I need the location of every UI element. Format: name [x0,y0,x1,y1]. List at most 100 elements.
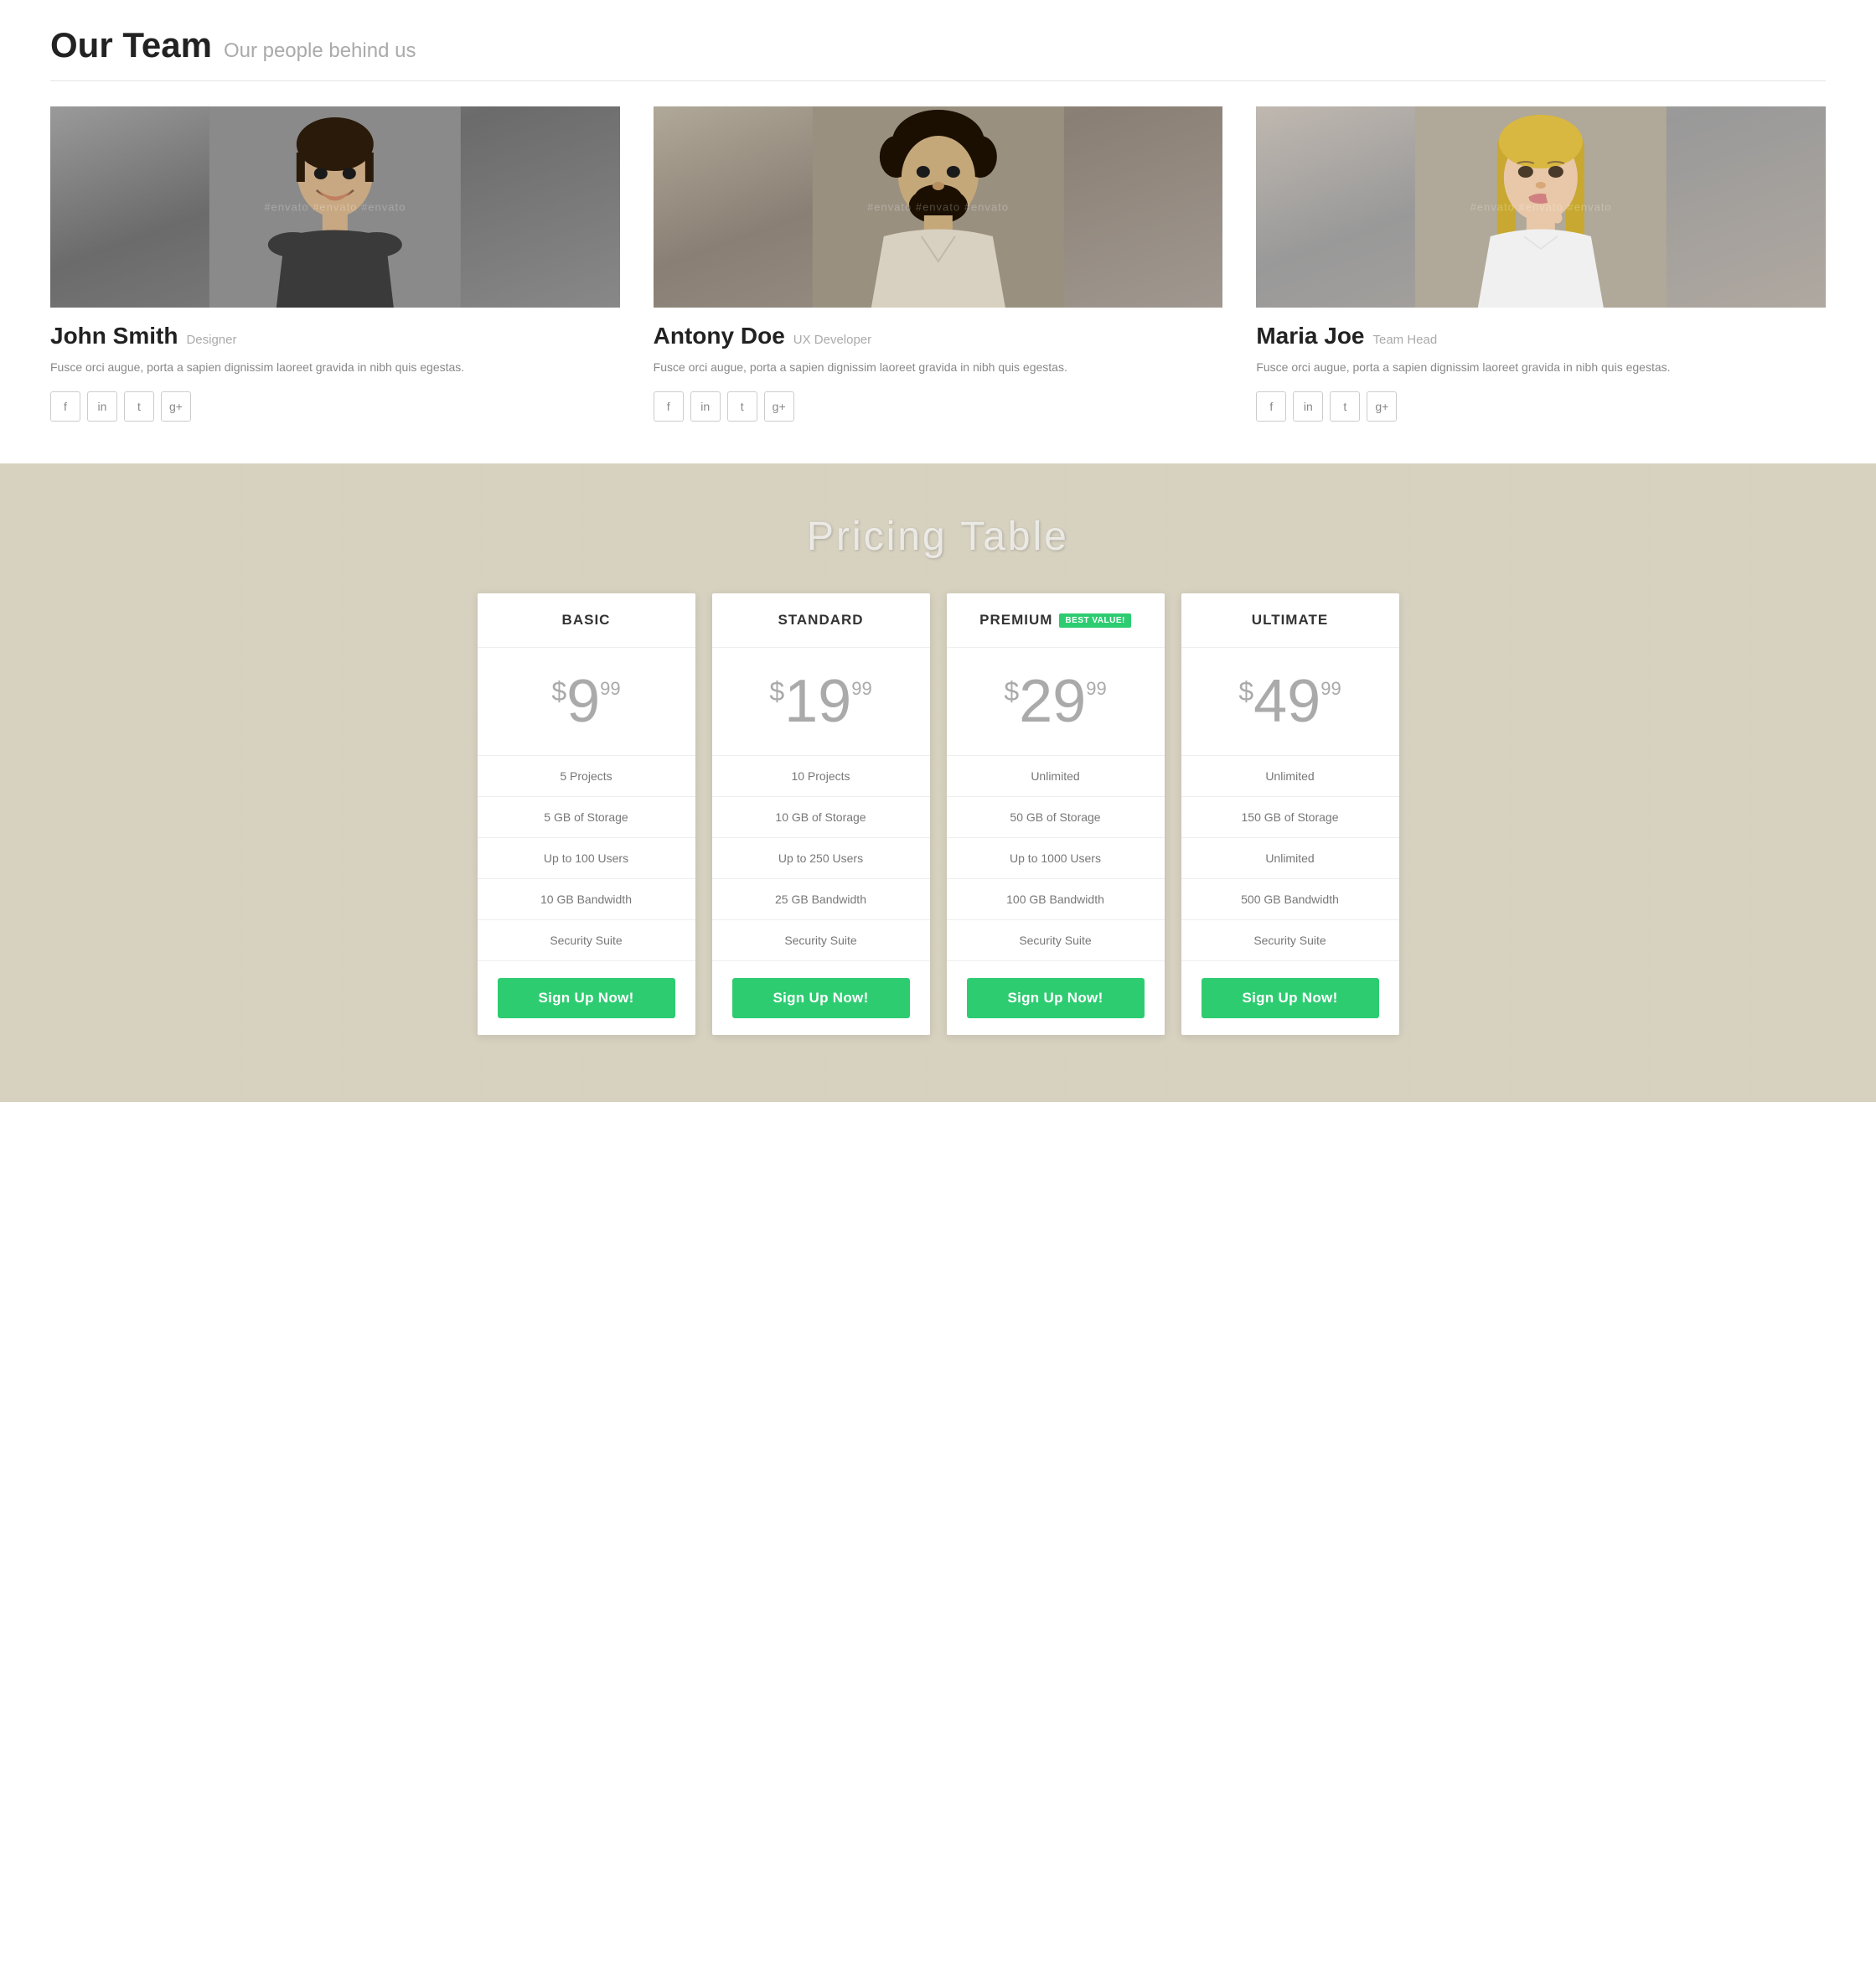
feature-storage-premium: 50 GB of Storage [947,797,1165,838]
pricing-grid: BASIC $ 9 99 5 Projects 5 GB of Storage … [478,593,1399,1035]
feature-projects-standard: 10 Projects [712,756,930,797]
member-name-line-maria: Maria Joe Team Head [1256,323,1826,349]
signup-button-premium[interactable]: Sign Up Now! [967,978,1145,1018]
feature-users-ultimate: Unlimited [1181,838,1399,879]
feature-bandwidth-standard: 25 GB Bandwidth [712,879,930,920]
team-card-antony: #envato #envato #envato Antony Doe UX De… [654,106,1223,422]
gplus-icon-maria[interactable]: g+ [1367,391,1397,422]
feature-users-standard: Up to 250 Users [712,838,930,879]
price-main-basic: 9 [566,671,600,732]
feature-security-premium: Security Suite [947,920,1165,961]
feature-users-basic: Up to 100 Users [478,838,695,879]
team-grid: #envato #envato #envato John Smith Desig… [50,106,1826,422]
member-bio-antony: Fusce orci augue, porta a sapien digniss… [654,358,1223,376]
feature-security-ultimate: Security Suite [1181,920,1399,961]
member-name-line-john: John Smith Designer [50,323,620,349]
linkedin-icon-antony[interactable]: in [690,391,721,422]
team-photo-maria: #envato #envato #envato [1256,106,1826,308]
pricing-title: Pricing Table [34,514,1842,560]
plan-name-basic: BASIC [486,612,687,629]
gplus-icon-antony[interactable]: g+ [764,391,794,422]
team-subtitle: Our people behind us [224,39,416,63]
price-amount-premium: $ 29 99 [955,671,1156,732]
price-main-ultimate: 49 [1253,671,1320,732]
plan-header-basic: BASIC [478,593,695,648]
price-row-standard: $ 19 99 [712,648,930,756]
gplus-icon-john[interactable]: g+ [161,391,191,422]
price-cents-ultimate: 99 [1320,680,1341,698]
price-dollar-basic: $ [551,678,566,705]
feature-bandwidth-basic: 10 GB Bandwidth [478,879,695,920]
twitter-icon-antony[interactable]: t [727,391,757,422]
best-value-badge: BEST VALUE! [1059,613,1130,628]
plan-cta-ultimate: Sign Up Now! [1181,961,1399,1035]
team-title: Our Team [50,25,212,65]
member-name-maria: Maria Joe [1256,323,1364,349]
price-row-premium: $ 29 99 [947,648,1165,756]
team-photo-john: #envato #envato #envato [50,106,620,308]
signup-button-basic[interactable]: Sign Up Now! [498,978,675,1018]
plan-cta-basic: Sign Up Now! [478,961,695,1035]
pricing-section: Pricing Table BASIC $ 9 99 5 Projects 5 … [0,463,1876,1102]
price-dollar-standard: $ [769,678,784,705]
member-name-john: John Smith [50,323,178,349]
member-name-line-antony: Antony Doe UX Developer [654,323,1223,349]
price-cents-basic: 99 [600,680,620,698]
price-main-premium: 29 [1019,671,1086,732]
member-role-john: Designer [186,333,236,347]
price-dollar-ultimate: $ [1238,678,1253,705]
price-dollar-premium: $ [1004,678,1019,705]
plan-name-standard: STANDARD [721,612,922,629]
feature-security-standard: Security Suite [712,920,930,961]
linkedin-icon-maria[interactable]: in [1293,391,1323,422]
feature-storage-ultimate: 150 GB of Storage [1181,797,1399,838]
feature-security-basic: Security Suite [478,920,695,961]
twitter-icon-john[interactable]: t [124,391,154,422]
section-heading: Our Team Our people behind us [50,25,1826,81]
price-main-standard: 19 [784,671,851,732]
facebook-icon-maria[interactable]: f [1256,391,1286,422]
social-icons-maria: f in t g+ [1256,391,1826,422]
feature-storage-basic: 5 GB of Storage [478,797,695,838]
pricing-card-standard: STANDARD $ 19 99 10 Projects 10 GB of St… [712,593,930,1035]
social-icons-john: f in t g+ [50,391,620,422]
twitter-icon-maria[interactable]: t [1330,391,1360,422]
facebook-icon-john[interactable]: f [50,391,80,422]
member-bio-maria: Fusce orci augue, porta a sapien digniss… [1256,358,1826,376]
price-amount-basic: $ 9 99 [486,671,687,732]
team-photo-antony: #envato #envato #envato [654,106,1223,308]
pricing-card-premium: PREMIUM BEST VALUE! $ 29 99 Unlimited 50… [947,593,1165,1035]
team-card-maria: #envato #envato #envato Maria Joe Team H… [1256,106,1826,422]
plan-header-premium: PREMIUM BEST VALUE! [947,593,1165,648]
member-bio-john: Fusce orci augue, porta a sapien digniss… [50,358,620,376]
member-role-maria: Team Head [1373,333,1438,347]
plan-name-premium: PREMIUM BEST VALUE! [955,612,1156,629]
team-section: Our Team Our people behind us [0,0,1876,463]
plan-cta-standard: Sign Up Now! [712,961,930,1035]
linkedin-icon-john[interactable]: in [87,391,117,422]
pricing-card-basic: BASIC $ 9 99 5 Projects 5 GB of Storage … [478,593,695,1035]
price-amount-standard: $ 19 99 [721,671,922,732]
price-cents-premium: 99 [1086,680,1106,698]
price-row-basic: $ 9 99 [478,648,695,756]
member-role-antony: UX Developer [793,333,871,347]
feature-bandwidth-premium: 100 GB Bandwidth [947,879,1165,920]
feature-projects-premium: Unlimited [947,756,1165,797]
facebook-icon-antony[interactable]: f [654,391,684,422]
feature-storage-standard: 10 GB of Storage [712,797,930,838]
plan-cta-premium: Sign Up Now! [947,961,1165,1035]
plan-header-ultimate: ULTIMATE [1181,593,1399,648]
price-cents-standard: 99 [851,680,871,698]
feature-bandwidth-ultimate: 500 GB Bandwidth [1181,879,1399,920]
feature-projects-ultimate: Unlimited [1181,756,1399,797]
feature-users-premium: Up to 1000 Users [947,838,1165,879]
plan-header-standard: STANDARD [712,593,930,648]
pricing-card-ultimate: ULTIMATE $ 49 99 Unlimited 150 GB of Sto… [1181,593,1399,1035]
social-icons-antony: f in t g+ [654,391,1223,422]
price-amount-ultimate: $ 49 99 [1190,671,1391,732]
price-row-ultimate: $ 49 99 [1181,648,1399,756]
signup-button-standard[interactable]: Sign Up Now! [732,978,910,1018]
feature-projects-basic: 5 Projects [478,756,695,797]
signup-button-ultimate[interactable]: Sign Up Now! [1202,978,1379,1018]
member-name-antony: Antony Doe [654,323,785,349]
